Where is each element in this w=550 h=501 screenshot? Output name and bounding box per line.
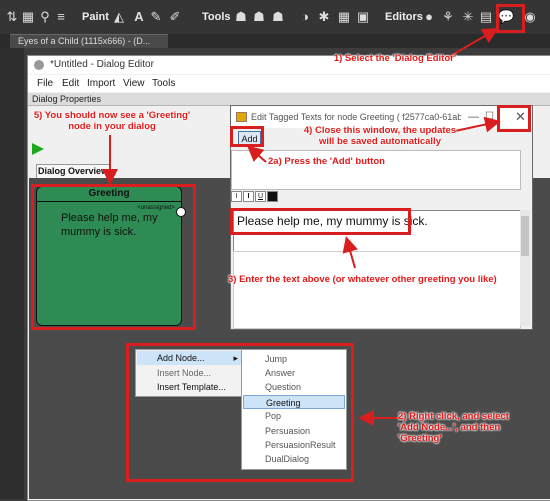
annotation-step3: 3) Enter the text above (or whatever oth… [228, 274, 497, 285]
annotation-step4-line2: will be saved automatically [319, 136, 441, 147]
arrow-step2a [246, 145, 267, 163]
annotation-step2-line2: 'Add Node...', and then [398, 422, 501, 433]
arrow-step4 [454, 116, 501, 133]
annotation-step5-line1: 5) You should now see a 'Greeting' [33, 110, 191, 121]
annotation-step4-line1: 4) Close this window, the updates [303, 125, 457, 136]
annotation-step2-line3: 'Greeting' [398, 433, 442, 444]
annotation-step2a: 2a) Press the 'Add' button [268, 156, 385, 167]
arrow-step3 [342, 236, 358, 269]
annotation-step1: 1) Select the 'Dialog Editor' [333, 53, 457, 64]
annotation-step2-line1: 2) Right click, and select [398, 411, 509, 422]
annotation-step5-line2: node in your dialog [68, 121, 156, 132]
